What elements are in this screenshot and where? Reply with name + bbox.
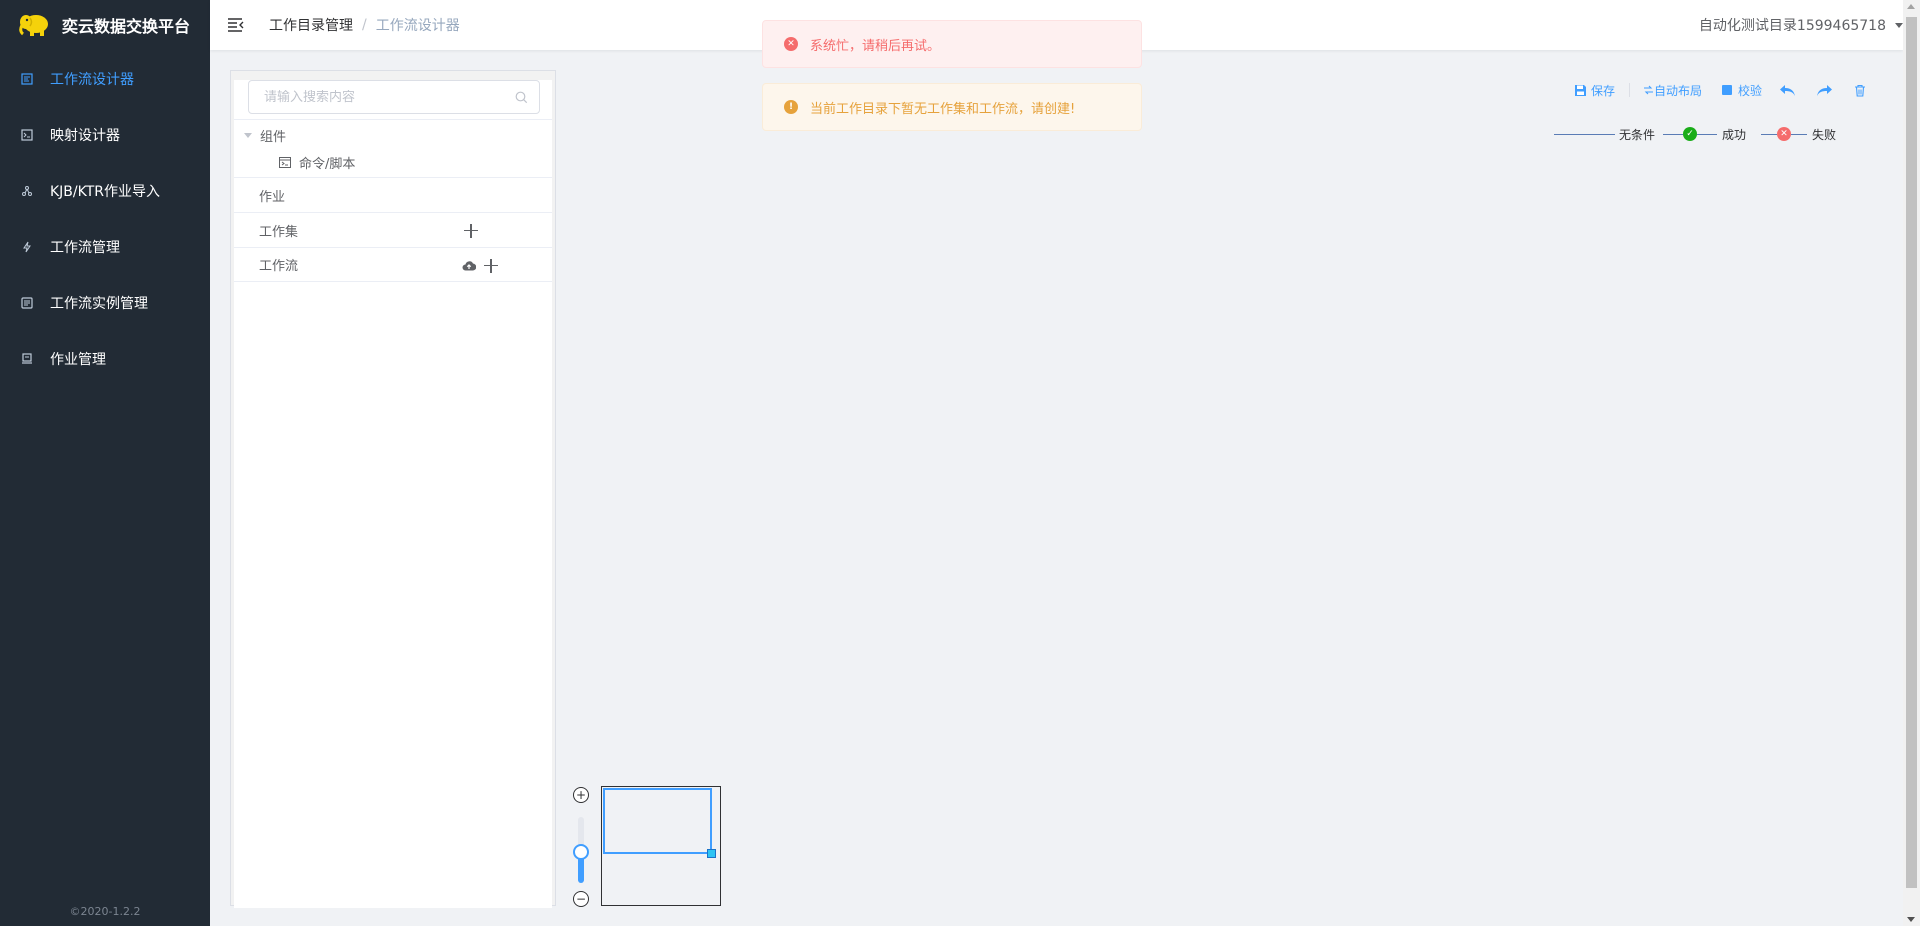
warning-icon: ! <box>784 100 798 114</box>
unconditional-line <box>1554 133 1615 135</box>
directory-dropdown[interactable]: 自动化测试目录1599465718 <box>1699 0 1903 50</box>
sidebar-item-workflow-designer[interactable]: 工作流设计器 <box>0 51 210 107</box>
tree-search <box>248 80 540 114</box>
failure-line <box>1761 133 1778 135</box>
job-icon <box>20 352 34 366</box>
canvas-minimap[interactable] <box>601 786 721 906</box>
tree-node-command-script[interactable]: 命令/脚本 <box>234 147 552 177</box>
sidebar-item-label: 工作流实例管理 <box>50 296 148 312</box>
redo-icon <box>1816 84 1833 97</box>
app-title: 奕云数据交换平台 <box>62 17 191 36</box>
scrollbar-thumb[interactable] <box>1906 17 1917 888</box>
tree-node-label: 组件 <box>260 129 287 145</box>
import-icon <box>20 184 34 198</box>
terminal-icon <box>279 156 291 168</box>
sidebar: 奕云数据交换平台 工作流设计器 映射设计器 KJB/KTR作业导入 工作流管理 <box>0 0 210 926</box>
tree-node-label: 命令/脚本 <box>299 156 356 172</box>
trash-icon <box>1854 84 1866 97</box>
scroll-down-icon[interactable] <box>1907 917 1915 922</box>
sidebar-item-workflow-instance-management[interactable]: 工作流实例管理 <box>0 275 210 331</box>
breadcrumb-separator: / <box>362 17 367 33</box>
vertical-scrollbar[interactable] <box>1903 0 1920 926</box>
designer-toolbar: 保存 自动布局 校验 <box>1574 80 1866 100</box>
zoom-slider-handle[interactable] <box>573 844 589 860</box>
group-row-workflows[interactable]: 工作流 <box>234 247 552 282</box>
breadcrumb: 工作目录管理 / 工作流设计器 <box>269 15 460 35</box>
hamburger-icon[interactable] <box>227 17 245 33</box>
sidebar-item-job-management[interactable]: 作业管理 <box>0 331 210 387</box>
scroll-up-icon[interactable] <box>1907 4 1915 9</box>
edge-legend: 无条件 ✓ 成功 ✕ 失败 <box>1554 124 1836 144</box>
validate-icon <box>1722 85 1733 95</box>
validate-button[interactable]: 校验 <box>1722 82 1762 99</box>
failure-icon: ✕ <box>1777 127 1792 141</box>
caret-down-icon <box>1895 22 1903 28</box>
sidebar-item-workflow-management[interactable]: 工作流管理 <box>0 219 210 275</box>
minimap-viewport[interactable] <box>603 788 712 854</box>
failure-line-tail <box>1791 133 1808 135</box>
warning-message: ! 当前工作目录下暂无工作集和工作流，请创建! <box>762 83 1142 131</box>
group-label: 作业 <box>259 189 286 205</box>
group-row-worksets[interactable]: 工作集 <box>234 212 552 247</box>
caret-down-icon[interactable] <box>244 132 252 138</box>
sidebar-item-label: 工作流设计器 <box>50 72 134 88</box>
sidebar-item-label: 工作流管理 <box>50 240 120 256</box>
app-logo[interactable]: 奕云数据交换平台 <box>0 0 210 50</box>
zoom-in-icon[interactable]: + <box>573 787 589 803</box>
legend-success-label: 成功 <box>1722 127 1747 142</box>
breadcrumb-item-directory[interactable]: 工作目录管理 <box>269 15 353 35</box>
add-workflow-icon[interactable] <box>484 258 498 273</box>
toolbar-divider <box>1629 83 1631 97</box>
error-message: ✕ 系统忙，请稍后再试。 <box>762 20 1142 68</box>
mapping-icon <box>20 128 34 142</box>
undo-icon <box>1779 84 1796 97</box>
layout-icon <box>1644 85 1654 95</box>
legend-unconditional-label: 无条件 <box>1619 127 1656 142</box>
sidebar-item-label: 作业管理 <box>50 352 106 368</box>
success-icon: ✓ <box>1683 127 1698 141</box>
workflow-icon <box>20 240 34 254</box>
divider <box>234 119 552 120</box>
sidebar-item-label: 映射设计器 <box>50 128 120 144</box>
delete-button[interactable] <box>1854 84 1866 97</box>
breadcrumb-item-current: 工作流设计器 <box>375 18 460 34</box>
save-button[interactable]: 保存 <box>1574 82 1615 99</box>
elephant-logo-icon <box>19 13 50 37</box>
redo-button[interactable] <box>1816 84 1833 97</box>
legend-failure-label: 失败 <box>1812 127 1837 142</box>
group-label: 工作集 <box>259 224 299 240</box>
tree-node-components[interactable]: 组件 <box>234 123 552 147</box>
error-icon: ✕ <box>784 37 798 51</box>
search-input[interactable] <box>264 89 504 105</box>
zoom-control: + − <box>573 787 589 909</box>
version-text: ©2020-1.2.2 <box>69 905 141 918</box>
instance-icon <box>20 296 34 310</box>
designer-icon <box>20 72 34 86</box>
undo-button[interactable] <box>1779 84 1796 97</box>
directory-name: 自动化测试目录1599465718 <box>1698 18 1886 34</box>
save-label: 保存 <box>1591 83 1616 98</box>
cloud-upload-icon[interactable] <box>462 260 476 271</box>
component-tree-panel: 组件 命令/脚本 作业 工作集 工作流 <box>230 70 556 908</box>
save-icon <box>1574 84 1587 97</box>
minimap-resize-handle[interactable] <box>707 849 716 858</box>
group-row-jobs[interactable]: 作业 <box>234 177 552 212</box>
group-label: 工作流 <box>259 259 299 274</box>
success-line-tail <box>1697 133 1718 135</box>
success-line <box>1663 133 1684 135</box>
sidebar-menu: 工作流设计器 映射设计器 KJB/KTR作业导入 工作流管理 工作流实例管理 作… <box>0 51 210 387</box>
sidebar-item-kjb-ktr-import[interactable]: KJB/KTR作业导入 <box>0 163 210 219</box>
zoom-out-icon[interactable]: − <box>573 891 589 907</box>
validate-label: 校验 <box>1738 83 1763 98</box>
search-icon[interactable] <box>515 91 528 108</box>
sidebar-item-label: KJB/KTR作业导入 <box>50 184 161 200</box>
add-workset-icon[interactable] <box>464 223 478 238</box>
warning-message-text: 当前工作目录下暂无工作集和工作流，请创建! <box>810 101 1076 117</box>
auto-layout-button[interactable]: 自动布局 <box>1644 82 1702 99</box>
auto-layout-label: 自动布局 <box>1654 83 1703 98</box>
group-list: 作业 工作集 工作流 <box>234 177 552 282</box>
sidebar-item-mapping-designer[interactable]: 映射设计器 <box>0 107 210 163</box>
error-message-text: 系统忙，请稍后再试。 <box>810 38 941 54</box>
